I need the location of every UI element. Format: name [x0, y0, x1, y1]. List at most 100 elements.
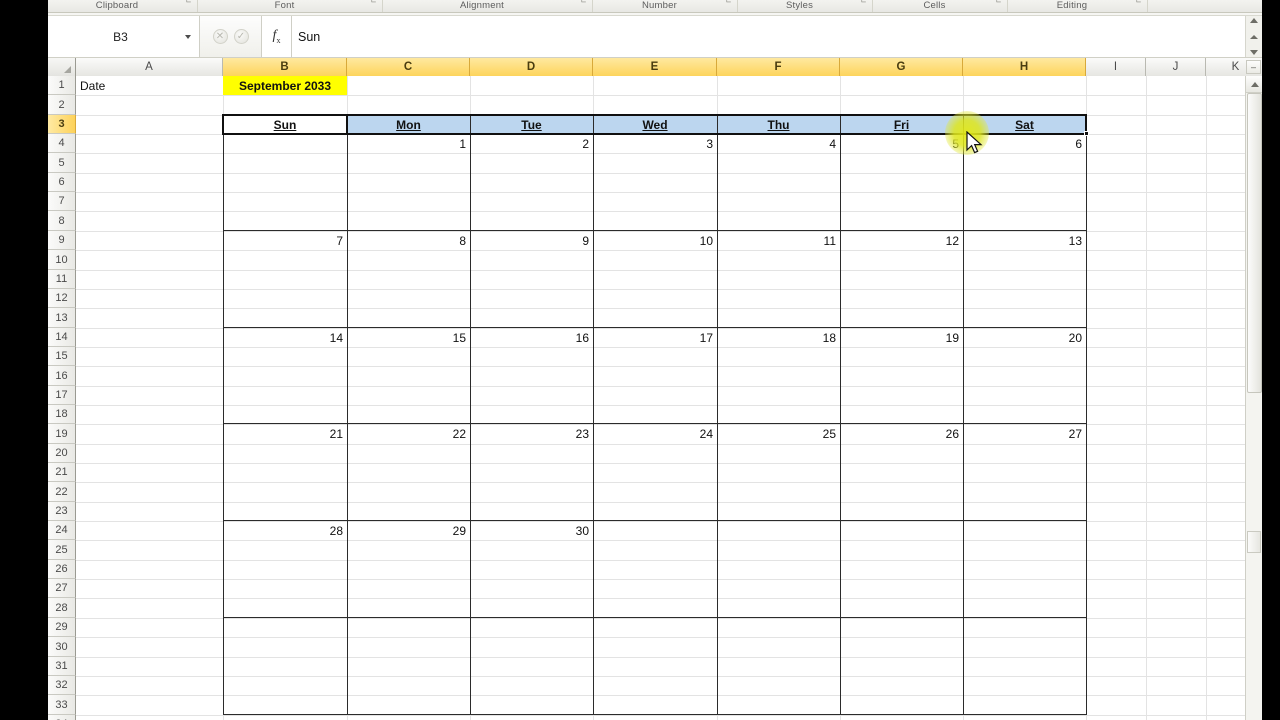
calendar-date-cell[interactable]: 11: [717, 231, 840, 250]
row-header-23[interactable]: 23: [48, 502, 76, 521]
cancel-formula-button[interactable]: ✕: [212, 29, 228, 44]
row-header-12[interactable]: 12: [48, 289, 76, 308]
scroll-grip-icon[interactable]: [1247, 531, 1261, 553]
column-header-J[interactable]: J: [1146, 58, 1206, 76]
cell-grid[interactable]: Date September 2033 Sun Mon Tue Wed Thu Fri Sat 1…: [76, 76, 1245, 720]
column-header-I[interactable]: I: [1086, 58, 1146, 76]
vertical-scrollbar[interactable]: –: [1245, 60, 1262, 720]
ribbon-group-cells[interactable]: Cells: [873, 0, 1008, 12]
column-header-C[interactable]: C: [347, 58, 470, 76]
row-header-24[interactable]: 24: [48, 521, 76, 540]
calendar-date-cell[interactable]: 27: [963, 424, 1086, 444]
column-header-A[interactable]: A: [76, 58, 223, 76]
calendar-date-cell[interactable]: 25: [717, 424, 840, 444]
column-header-F[interactable]: F: [717, 58, 840, 76]
row-header-1[interactable]: 1: [48, 76, 76, 95]
row-header-4[interactable]: 4: [48, 134, 76, 153]
calendar-day-header-thu[interactable]: Thu: [717, 115, 840, 134]
calendar-date-cell[interactable]: 30: [470, 521, 593, 540]
column-header-H[interactable]: H: [963, 58, 1086, 76]
chevron-down-icon[interactable]: [185, 34, 191, 39]
row-header-21[interactable]: 21: [48, 463, 76, 482]
row-header-15[interactable]: 15: [48, 347, 76, 366]
dialog-launcher-icon[interactable]: [726, 1, 735, 10]
row-header-34[interactable]: 34: [48, 715, 76, 720]
row-header-33[interactable]: 33: [48, 695, 76, 715]
dialog-launcher-icon[interactable]: [371, 1, 380, 10]
formula-scroll-up-icon[interactable]: [1250, 18, 1258, 23]
column-header-E[interactable]: E: [593, 58, 717, 76]
calendar-date-cell[interactable]: 5: [840, 134, 963, 153]
row-header-11[interactable]: 11: [48, 270, 76, 289]
row-header-13[interactable]: 13: [48, 308, 76, 328]
calendar-date-cell[interactable]: 1: [347, 134, 470, 153]
ribbon-group-editing[interactable]: Editing: [1008, 0, 1148, 12]
formula-bar-scroll[interactable]: [1245, 16, 1262, 57]
select-all-corner[interactable]: [48, 58, 76, 76]
row-header-31[interactable]: 31: [48, 657, 76, 676]
row-header-7[interactable]: 7: [48, 192, 76, 211]
row-header-5[interactable]: 5: [48, 153, 76, 173]
calendar-day-header-fri[interactable]: Fri: [840, 115, 963, 134]
scroll-up-arrow-icon[interactable]: [1246, 76, 1262, 93]
row-header-2[interactable]: 2: [48, 95, 76, 115]
calendar-date-cell[interactable]: 2: [470, 134, 593, 153]
calendar-date-cell[interactable]: 23: [470, 424, 593, 444]
formula-input[interactable]: Sun: [292, 16, 1245, 57]
calendar-day-header-mon[interactable]: Mon: [347, 115, 470, 134]
calendar-date-cell[interactable]: 14: [223, 328, 347, 347]
calendar-date-cell[interactable]: 17: [593, 328, 717, 347]
calendar-date-cell[interactable]: 4: [717, 134, 840, 153]
row-header-22[interactable]: 22: [48, 482, 76, 502]
calendar-date-cell[interactable]: 16: [470, 328, 593, 347]
row-header-28[interactable]: 28: [48, 598, 76, 618]
calendar-date-cell[interactable]: 7: [223, 231, 347, 250]
ribbon-group-alignment[interactable]: Alignment: [383, 0, 593, 12]
ribbon-group-clipboard[interactable]: Clipboard: [48, 0, 198, 12]
row-header-30[interactable]: 30: [48, 637, 76, 657]
dialog-launcher-icon[interactable]: [1136, 1, 1145, 10]
column-header-D[interactable]: D: [470, 58, 593, 76]
calendar-date-cell[interactable]: 13: [963, 231, 1086, 250]
calendar-date-cell[interactable]: 9: [470, 231, 593, 250]
ribbon-group-styles[interactable]: Styles: [738, 0, 873, 12]
calendar-date-cell[interactable]: 28: [223, 521, 347, 540]
calendar-day-header-sat[interactable]: Sat: [963, 115, 1086, 134]
row-header-16[interactable]: 16: [48, 366, 76, 386]
row-header-14[interactable]: 14: [48, 328, 76, 347]
calendar-date-cell[interactable]: 19: [840, 328, 963, 347]
name-box[interactable]: B3: [48, 16, 200, 57]
calendar-date-cell[interactable]: 20: [963, 328, 1086, 347]
column-header-G[interactable]: G: [840, 58, 963, 76]
row-header-17[interactable]: 17: [48, 386, 76, 405]
formula-scroll-down-icon[interactable]: [1250, 50, 1258, 55]
row-header-9[interactable]: 9: [48, 231, 76, 250]
calendar-date-cell[interactable]: 8: [347, 231, 470, 250]
ribbon-group-font[interactable]: Font: [198, 0, 383, 12]
formula-scroll-mid-icon[interactable]: [1250, 34, 1258, 39]
calendar-date-cell[interactable]: 10: [593, 231, 717, 250]
insert-function-icon[interactable]: fx: [262, 16, 292, 57]
row-header-29[interactable]: 29: [48, 618, 76, 637]
row-header-26[interactable]: 26: [48, 560, 76, 579]
dialog-launcher-icon[interactable]: [996, 1, 1005, 10]
formula-bar-expand-button[interactable]: –: [1246, 60, 1261, 74]
row-header-27[interactable]: 27: [48, 579, 76, 598]
calendar-date-cell[interactable]: 15: [347, 328, 470, 347]
row-header-25[interactable]: 25: [48, 540, 76, 560]
calendar-date-cell[interactable]: 26: [840, 424, 963, 444]
column-header-B[interactable]: B: [223, 58, 347, 76]
enter-formula-button[interactable]: ✓: [233, 29, 249, 44]
calendar-day-header-tue[interactable]: Tue: [470, 115, 593, 134]
calendar-day-header-wed[interactable]: Wed: [593, 115, 717, 134]
row-header-6[interactable]: 6: [48, 173, 76, 192]
fill-handle[interactable]: [1084, 131, 1089, 136]
calendar-date-cell[interactable]: 6: [963, 134, 1086, 153]
calendar-date-cell[interactable]: 24: [593, 424, 717, 444]
row-header-20[interactable]: 20: [48, 444, 76, 463]
calendar-date-cell[interactable]: 12: [840, 231, 963, 250]
row-header-18[interactable]: 18: [48, 405, 76, 424]
row-header-32[interactable]: 32: [48, 676, 76, 695]
calendar-date-cell[interactable]: 3: [593, 134, 717, 153]
calendar-date-cell[interactable]: 18: [717, 328, 840, 347]
